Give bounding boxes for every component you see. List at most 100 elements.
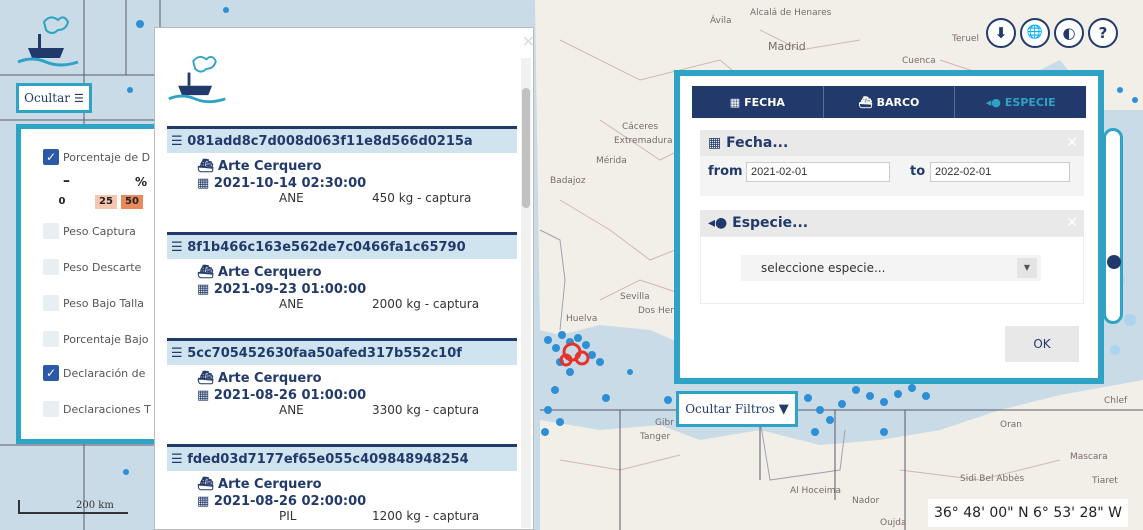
catch-weight: 1200 kg - captura <box>372 509 480 523</box>
layer-checkbox[interactable] <box>43 295 59 311</box>
map-place-label: Tiaret <box>1092 476 1118 486</box>
species-select-value: seleccione especie... <box>761 261 886 275</box>
map-place-label: Oujda <box>880 518 907 528</box>
layer-label: Declaraciones T <box>63 403 151 416</box>
coordinates-readout: 36° 48' 00" N 6° 53' 28" W <box>928 499 1128 527</box>
download-icon[interactable]: ⬇ <box>986 18 1016 48</box>
catch-weight: 450 kg - captura <box>372 191 472 205</box>
layer-label: Porcentaje Bajo <box>63 333 149 346</box>
declaration-date: 2021-08-26 02:00:00 <box>213 494 367 509</box>
layer-checkbox[interactable] <box>43 223 59 239</box>
species-code: ANE <box>279 297 304 311</box>
layer-checkbox[interactable] <box>43 401 59 417</box>
close-icon[interactable]: ✕ <box>1066 130 1078 156</box>
list-icon: ☰ <box>171 346 188 361</box>
filter-tabs: ▦ FECHA ⛴ BARCO ◂● ESPECIE <box>692 86 1086 118</box>
fecha-section-header[interactable]: ▦ Fecha... ✕ <box>700 130 1084 156</box>
declaration-item[interactable]: ☰ 8f1b466c163e562de7c0466fa1c65790 ⛴ Art… <box>167 232 517 315</box>
legend-value: 0 <box>51 195 73 209</box>
list-icon: ☰ <box>171 240 188 255</box>
zoom-slider-knob[interactable] <box>1107 255 1121 269</box>
layer-label: Peso Descarte <box>63 261 142 274</box>
map-place-label: Mascara <box>1070 452 1108 462</box>
legend-value: 25 <box>95 195 117 209</box>
layer-checkbox[interactable]: ✓ <box>43 365 59 381</box>
chevron-down-icon: ▼ <box>1017 258 1037 278</box>
hide-layers-label: Ocultar <box>24 91 70 105</box>
gear-type: Arte Cerquero <box>218 477 322 492</box>
especie-section-header[interactable]: ◂● Especie... ✕ <box>700 210 1084 236</box>
map-place-label: Teruel <box>952 34 979 44</box>
filter-icon: ▼ <box>778 401 789 417</box>
layer-panel: ✓ Porcentaje de D – % 0 25 50 Peso Captu… <box>16 124 166 444</box>
declaration-date: 2021-09-23 01:00:00 <box>213 282 367 297</box>
map-place-label: Sidi Bel Abbès <box>960 474 1025 484</box>
calendar-icon: ▦ <box>708 135 727 151</box>
help-icon[interactable]: ? <box>1088 18 1118 48</box>
calendar-icon: ▦ <box>197 494 214 509</box>
declaration-item[interactable]: ☰ 5cc705452630faa50afed317b552c10f ⛴ Art… <box>167 338 517 421</box>
declaration-item[interactable]: ☰ 081add8c7d008d063f11e8d566d0215a ⛴ Art… <box>167 126 517 209</box>
declarations-popup: ✕ ☰ 081add8c7d008d063f11e8d566d0215a ⛴ A… <box>154 27 534 530</box>
map-place-label: Alcalá de Henares <box>750 8 832 18</box>
map-place-label: Badajoz <box>550 176 586 186</box>
fecha-section-body: from to <box>700 156 1084 196</box>
layers-icon: ☰ <box>73 91 84 105</box>
map-place-label: Extremadura <box>614 136 673 146</box>
from-date-input[interactable] <box>746 162 890 182</box>
map-place-label: Cáceres <box>622 122 659 132</box>
ok-button[interactable]: OK <box>1005 326 1079 362</box>
catch-weight: 2000 kg - captura <box>372 297 480 311</box>
legend-value: 50 <box>121 195 143 209</box>
fish-icon: ◂● <box>708 215 733 231</box>
app-logo <box>14 12 82 74</box>
gear-type: Arte Cerquero <box>218 265 322 280</box>
map-place-label: Ávila <box>710 16 732 26</box>
close-icon[interactable]: ✕ <box>522 32 533 51</box>
calendar-icon: ▦ <box>729 95 741 109</box>
globe-icon[interactable]: 🌐 <box>1020 18 1050 48</box>
declaration-id: 5cc705452630faa50afed317b552c10f <box>187 346 462 361</box>
species-select[interactable]: seleccione especie... ▼ <box>741 255 1041 281</box>
compass-icon[interactable]: ◐ <box>1054 18 1084 48</box>
tab-especie[interactable]: ◂● ESPECIE <box>955 86 1086 118</box>
hide-filters-button[interactable]: Ocultar Filtros ▼ <box>676 391 798 427</box>
zoom-slider[interactable] <box>1103 128 1123 324</box>
to-date-input[interactable] <box>930 162 1070 182</box>
catch-weight: 3300 kg - captura <box>372 403 480 417</box>
ship-icon: ⛴ <box>197 265 219 280</box>
map-place-label: Gibr <box>655 418 674 428</box>
scale-label: 200 km <box>76 500 114 511</box>
fecha-title: Fecha... <box>726 135 789 151</box>
close-icon[interactable]: ✕ <box>1066 210 1078 236</box>
tab-fecha[interactable]: ▦ FECHA <box>692 86 824 118</box>
declaration-id: 081add8c7d008d063f11e8d566d0215a <box>187 134 473 149</box>
especie-title: Especie... <box>732 215 809 231</box>
layer-checkbox[interactable]: ✓ <box>43 149 59 165</box>
filter-panel: ▦ FECHA ⛴ BARCO ◂● ESPECIE ▦ Fecha... ✕ fro… <box>674 70 1104 384</box>
layer-label: Peso Captura <box>63 225 136 238</box>
map-place-label: Madrid <box>768 40 806 53</box>
legend-percent: % <box>135 175 148 189</box>
legend-minus: – <box>63 173 70 189</box>
layer-checkbox[interactable] <box>43 331 59 347</box>
declaration-date: 2021-08-26 01:00:00 <box>213 388 367 403</box>
tab-barco[interactable]: ⛴ BARCO <box>824 86 956 118</box>
layer-checkbox[interactable] <box>43 259 59 275</box>
map-place-label: Oran <box>1000 420 1023 430</box>
ship-icon: ⛴ <box>197 159 219 174</box>
calendar-icon: ▦ <box>197 176 214 191</box>
declaration-item[interactable]: ☰ fded03d7177ef65e055c409848948254 ⛴ Art… <box>167 444 517 527</box>
map-place-label: Cuenca <box>902 56 936 66</box>
ship-icon: ⛴ <box>197 477 219 492</box>
map-place-label: Sevilla <box>620 292 650 302</box>
popup-scrollbar[interactable] <box>521 58 531 528</box>
gear-type: Arte Cerquero <box>218 159 322 174</box>
declaration-id: 8f1b466c163e562de7c0466fa1c65790 <box>187 240 466 255</box>
hide-layers-button[interactable]: Ocultar ☰ <box>16 83 92 113</box>
scale-bar: 200 km <box>18 500 128 514</box>
layer-label: Porcentaje de D <box>63 151 151 164</box>
map-place-label: Mérida <box>596 156 627 166</box>
gear-type: Arte Cerquero <box>218 371 322 386</box>
tab-label: ESPECIE <box>1004 95 1056 109</box>
